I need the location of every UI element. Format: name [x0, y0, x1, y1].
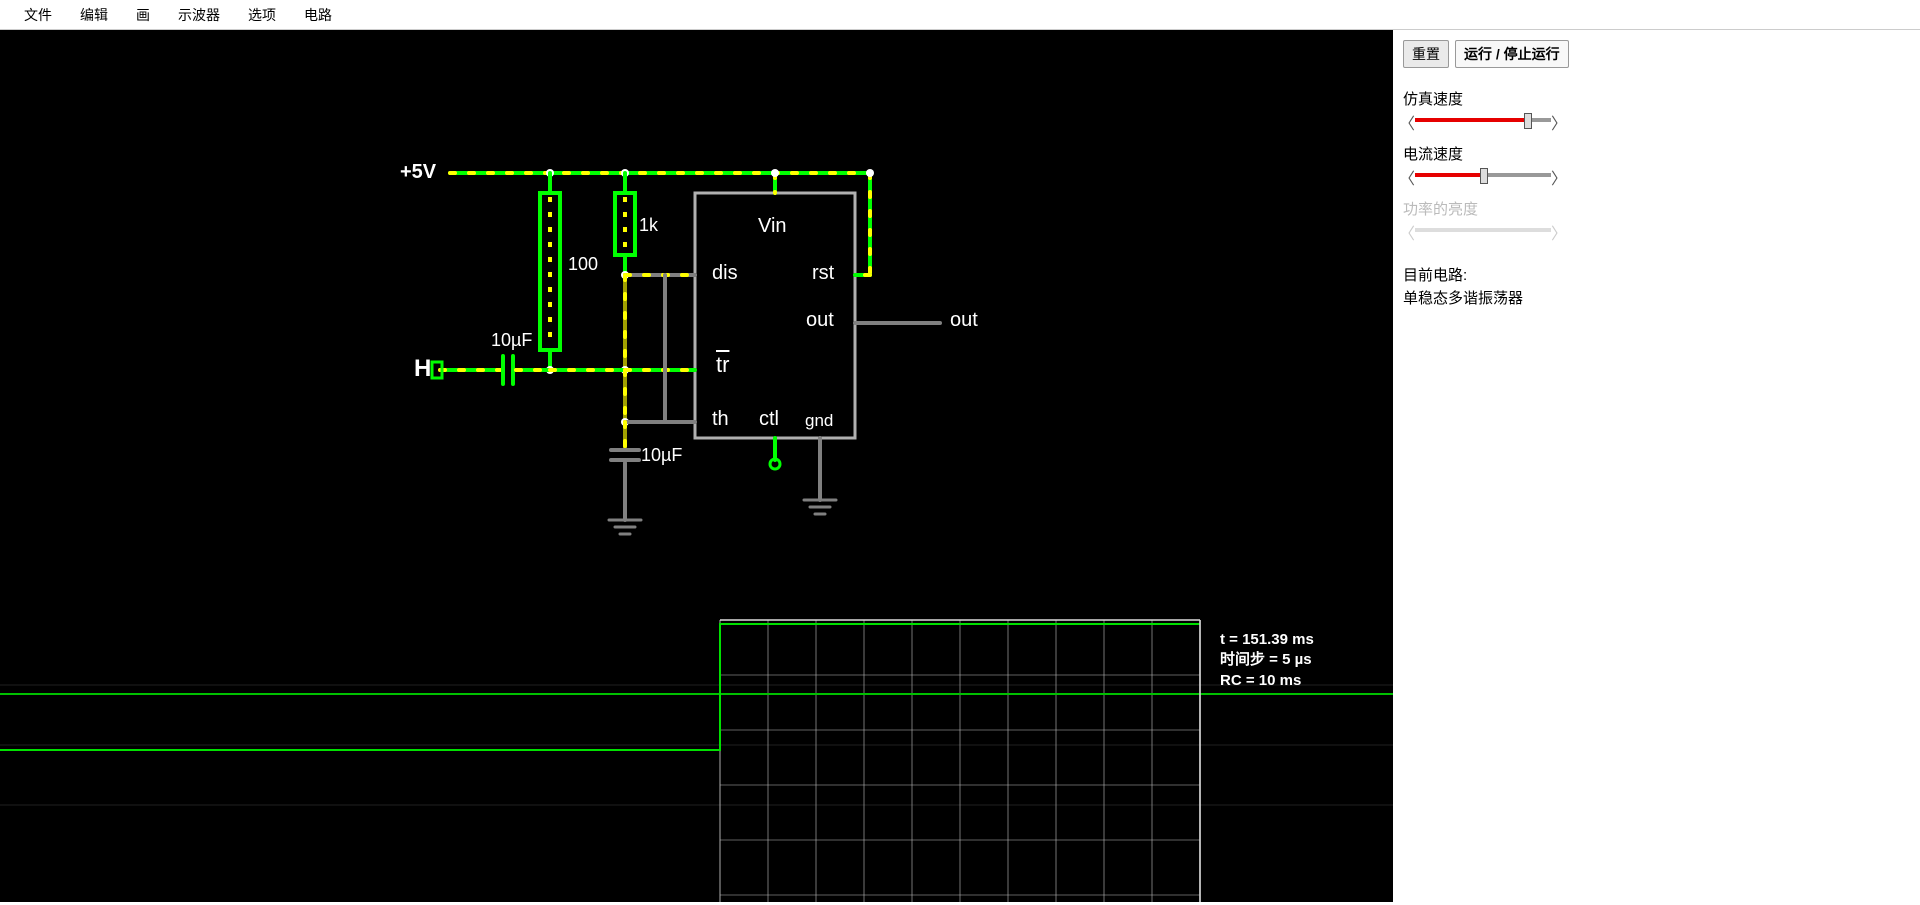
current-circuit-block: 目前电路: 单稳态多谐振荡器 — [1403, 265, 1910, 310]
scope-rc: RC = 10 ms — [1220, 671, 1314, 691]
power-brightness-label: 功率的亮度 — [1403, 198, 1910, 219]
circuit-svg — [0, 30, 1393, 902]
circuit-canvas[interactable]: +5V 100 1k 10µF 10µF H out Vin dis rst o… — [0, 30, 1393, 902]
sim-speed-label: 仿真速度 — [1403, 88, 1910, 109]
label-h: H — [414, 355, 431, 383]
chip-rst: rst — [812, 262, 834, 285]
chip-dis: dis — [712, 262, 738, 285]
power-brightness-slider — [1403, 221, 1563, 239]
run-stop-button[interactable]: 运行 / 停止运行 — [1455, 40, 1569, 68]
label-r1k: 1k — [639, 215, 658, 236]
menu-bar: 文件 编辑 画 示波器 选项 电路 — [0, 0, 1920, 30]
chip-ctl: ctl — [759, 408, 779, 431]
label-r100: 100 — [568, 254, 598, 275]
menu-scope[interactable]: 示波器 — [164, 1, 234, 29]
menu-options[interactable]: 选项 — [234, 1, 290, 29]
reset-button[interactable]: 重置 — [1403, 40, 1449, 68]
menu-file[interactable]: 文件 — [10, 1, 66, 29]
sim-speed-slider[interactable] — [1403, 111, 1563, 129]
label-out: out — [950, 309, 978, 332]
scope-time: t = 151.39 ms — [1220, 630, 1314, 650]
chip-th: th — [712, 408, 729, 431]
menu-circuit[interactable]: 电路 — [290, 1, 346, 29]
scope-timestep: 时间步 = 5 µs — [1220, 650, 1314, 670]
menu-draw[interactable]: 画 — [122, 1, 164, 29]
chip-tr: tr — [716, 352, 729, 378]
chip-gnd: gnd — [805, 411, 833, 431]
menu-edit[interactable]: 编辑 — [66, 1, 122, 29]
current-speed-slider[interactable] — [1403, 166, 1563, 184]
chip-vin: Vin — [758, 215, 787, 238]
current-speed-label: 电流速度 — [1403, 143, 1910, 164]
chip-out: out — [806, 309, 834, 332]
current-circuit-name: 单稳态多谐振荡器 — [1403, 288, 1910, 311]
label-c1: 10µF — [491, 330, 532, 351]
side-panel: 重置 运行 / 停止运行 仿真速度 电流速度 功率的亮度 目前电路: 单稳态多谐… — [1393, 30, 1920, 902]
label-c2: 10µF — [641, 445, 682, 466]
run-controls: 重置 运行 / 停止运行 — [1403, 40, 1910, 68]
scope-status: t = 151.39 ms 时间步 = 5 µs RC = 10 ms — [1220, 630, 1314, 691]
current-circuit-label: 目前电路: — [1403, 265, 1910, 288]
label-5v: +5V — [400, 161, 436, 184]
